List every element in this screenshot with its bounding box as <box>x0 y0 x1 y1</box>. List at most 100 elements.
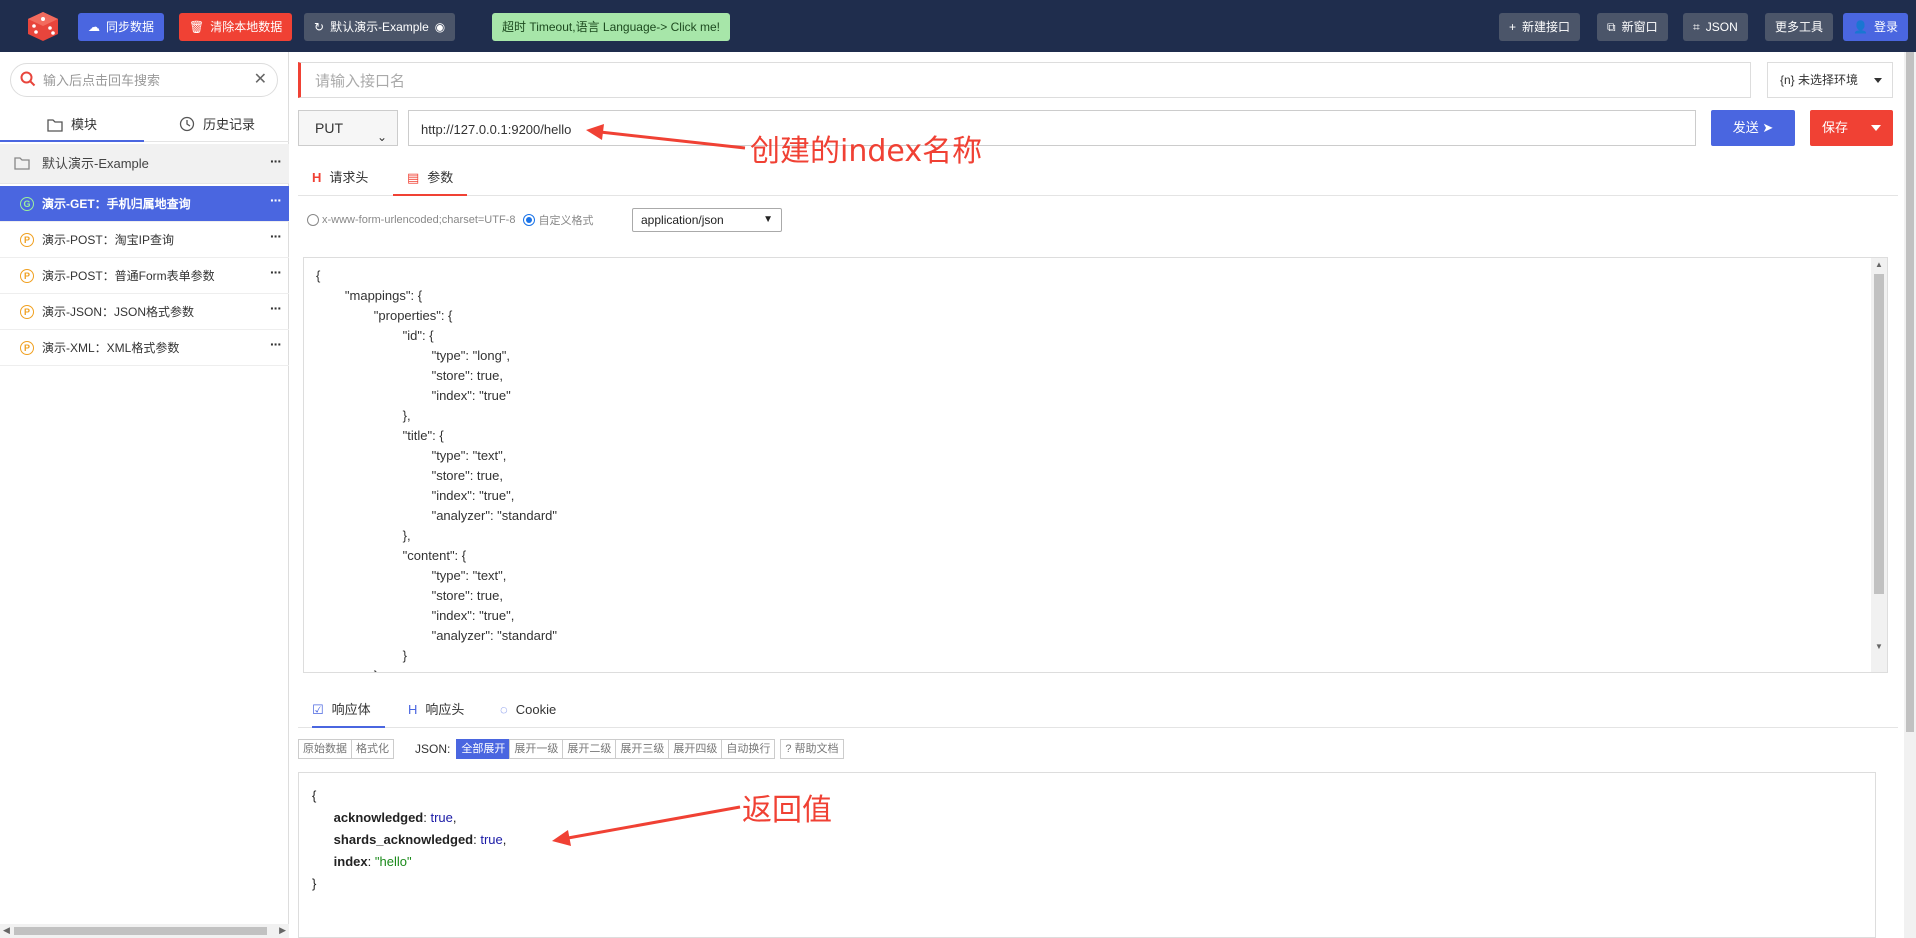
chevron-down-icon: ▼ <box>763 214 773 225</box>
method-select[interactable]: PUT ⌄ <box>298 110 398 146</box>
response-body-viewer[interactable]: { acknowledged: true, shards_acknowledge… <box>298 772 1876 938</box>
method-badge: P <box>20 269 34 283</box>
chevron-down-icon: ⌄ <box>376 130 387 144</box>
api-item[interactable]: P 演示-JSON：JSON格式参数 ··· <box>0 294 289 330</box>
new-window-button[interactable]: ⧉ 新窗口 <box>1597 13 1668 41</box>
scroll-up-icon[interactable]: ▲ <box>1875 260 1883 269</box>
request-body-editor[interactable]: { "mappings": { "properties": { "id": { … <box>303 257 1888 673</box>
api-item[interactable]: P 演示-POST：淘宝IP查询 ··· <box>0 222 289 258</box>
header-h-icon: H <box>408 702 418 717</box>
environment-select[interactable]: {n} 未选择环境 <box>1767 62 1893 98</box>
sync-data-button[interactable]: ☁ 同步数据 <box>78 13 165 41</box>
api-name-input[interactable] <box>315 71 1215 91</box>
expand-level-1-button[interactable]: 展开一级 <box>509 739 564 759</box>
method-badge: G <box>20 197 34 211</box>
item-more-icon[interactable]: ··· <box>270 330 282 358</box>
custom-format-radio[interactable] <box>523 214 536 226</box>
sidebar: ✕ 模块 历史记录 默认演示-Example ··· G 演示-GET：手机归属… <box>0 52 289 938</box>
tab-cookie[interactable]: ◌ Cookie <box>500 692 556 728</box>
header-h-icon: H <box>312 170 322 185</box>
api-item[interactable]: P 演示-XML：XML格式参数 ··· <box>0 330 289 366</box>
request-tabs: H 请求头 ▤ 参数 <box>298 160 1898 196</box>
api-item[interactable]: P 演示-POST：普通Form表单参数 ··· <box>0 258 289 294</box>
item-more-icon[interactable]: ··· <box>270 294 282 322</box>
api-item[interactable]: G 演示-GET：手机归属地查询 ··· <box>0 186 289 222</box>
scrollbar-thumb[interactable] <box>1906 52 1914 732</box>
params-icon: ▤ <box>407 170 420 185</box>
search-input[interactable] <box>43 70 243 90</box>
project-avatar-icon: ◉ <box>434 20 446 34</box>
sidebar-tabs: 模块 历史记录 <box>0 108 289 142</box>
method-badge: P <box>20 233 34 247</box>
expand-all-button[interactable]: 全部展开 <box>456 739 511 759</box>
search-box: ✕ <box>10 63 278 97</box>
scroll-right-icon[interactable]: ▶ <box>279 925 286 936</box>
response-tabs: ☑ 响应体 H 响应头 ◌ Cookie <box>298 692 1898 728</box>
item-more-icon[interactable]: ··· <box>270 222 282 250</box>
expand-level-4-button[interactable]: 展开四级 <box>668 739 723 759</box>
format-button[interactable]: 格式化 <box>351 739 394 759</box>
clock-icon <box>179 116 195 132</box>
url-input[interactable] <box>421 119 1621 139</box>
search-icon <box>20 71 36 87</box>
timeout-language-button[interactable]: 超时 Timeout,语言 Language-> Click me! <box>492 13 730 41</box>
clear-local-data-button[interactable]: 🗑 清除本地数据 <box>179 13 293 41</box>
top-bar: ☁ 同步数据 🗑 清除本地数据 ↻ 默认演示-Example ◉ 超时 Time… <box>0 0 1916 52</box>
user-icon: 👤 <box>1853 20 1868 34</box>
paper-plane-icon: ➤ <box>1762 120 1774 135</box>
request-body-text[interactable]: { "mappings": { "properties": { "id": { … <box>316 266 557 672</box>
url-bar <box>408 110 1696 146</box>
checkbox-icon: ☑ <box>312 702 324 717</box>
project-select-button[interactable]: ↻ 默认演示-Example ◉ <box>304 13 456 41</box>
form-urlencoded-radio[interactable] <box>307 214 319 226</box>
tab-modules[interactable]: 模块 <box>0 108 144 142</box>
scroll-left-icon[interactable]: ◀ <box>3 925 10 936</box>
tab-history[interactable]: 历史记录 <box>145 108 289 142</box>
cloud-upload-icon: ☁ <box>88 20 100 34</box>
scroll-down-icon[interactable]: ▼ <box>1875 642 1883 651</box>
braces-icon: ⌗ <box>1693 20 1700 34</box>
json-button[interactable]: ⌗ JSON <box>1683 13 1748 41</box>
annotation-index-name: 创建的index名称 <box>750 134 983 169</box>
tab-params[interactable]: ▤ 参数 <box>393 160 468 196</box>
trash-icon: 🗑 <box>189 20 205 34</box>
send-button[interactable]: 发送 ➤ <box>1711 110 1795 146</box>
cookie-icon: ◌ <box>500 702 508 717</box>
login-button[interactable]: 👤 登录 <box>1843 13 1908 41</box>
item-more-icon[interactable]: ··· <box>270 186 282 214</box>
tab-response-body[interactable]: ☑ 响应体 <box>312 692 385 728</box>
expand-level-3-button[interactable]: 展开三级 <box>615 739 670 759</box>
folder-icon <box>47 119 63 132</box>
tab-response-headers[interactable]: H 响应头 <box>408 692 464 728</box>
caret-down-icon <box>1874 78 1882 83</box>
page-scrollbar[interactable] <box>1904 52 1916 938</box>
method-badge: P <box>20 341 34 355</box>
body-format-options: x-www-form-urlencoded;charset=UTF-8 自定义格… <box>307 208 593 232</box>
clear-search-icon[interactable]: ✕ <box>254 70 267 90</box>
item-more-icon[interactable]: ··· <box>270 258 282 286</box>
folder-open-icon <box>14 157 30 170</box>
caret-down-icon <box>1871 125 1881 131</box>
group-more-icon[interactable]: ··· <box>270 144 282 178</box>
sidebar-horizontal-scrollbar[interactable]: ◀ ▶ <box>0 924 289 938</box>
help-docs-button[interactable]: ? 帮助文档 <box>780 739 844 759</box>
content-type-select[interactable]: application/json ▼ <box>632 208 782 232</box>
editor-scrollbar[interactable]: ▲ ▼ <box>1871 258 1887 672</box>
dice-logo-icon <box>28 12 58 41</box>
tab-request-headers[interactable]: H 请求头 <box>312 160 368 196</box>
more-tools-button[interactable]: 更多工具 <box>1765 13 1834 41</box>
plus-icon: + <box>1509 20 1517 34</box>
refresh-icon: ↻ <box>314 20 325 34</box>
expand-level-2-button[interactable]: 展开二级 <box>562 739 617 759</box>
scrollbar-thumb[interactable] <box>1874 274 1884 594</box>
word-wrap-button[interactable]: 自动换行 <box>721 739 776 759</box>
response-json: { acknowledged: true, shards_acknowledge… <box>312 788 507 891</box>
api-name-bar <box>298 62 1751 98</box>
scrollbar-thumb[interactable] <box>14 927 267 935</box>
raw-data-button[interactable]: 原始数据 <box>298 739 352 759</box>
help-icon: ? <box>785 743 792 755</box>
new-api-button[interactable]: + 新建接口 <box>1499 13 1581 41</box>
annotation-return-value: 返回值 <box>742 793 832 828</box>
save-button[interactable]: 保存 <box>1810 110 1893 146</box>
module-group[interactable]: 默认演示-Example ··· <box>0 144 289 184</box>
